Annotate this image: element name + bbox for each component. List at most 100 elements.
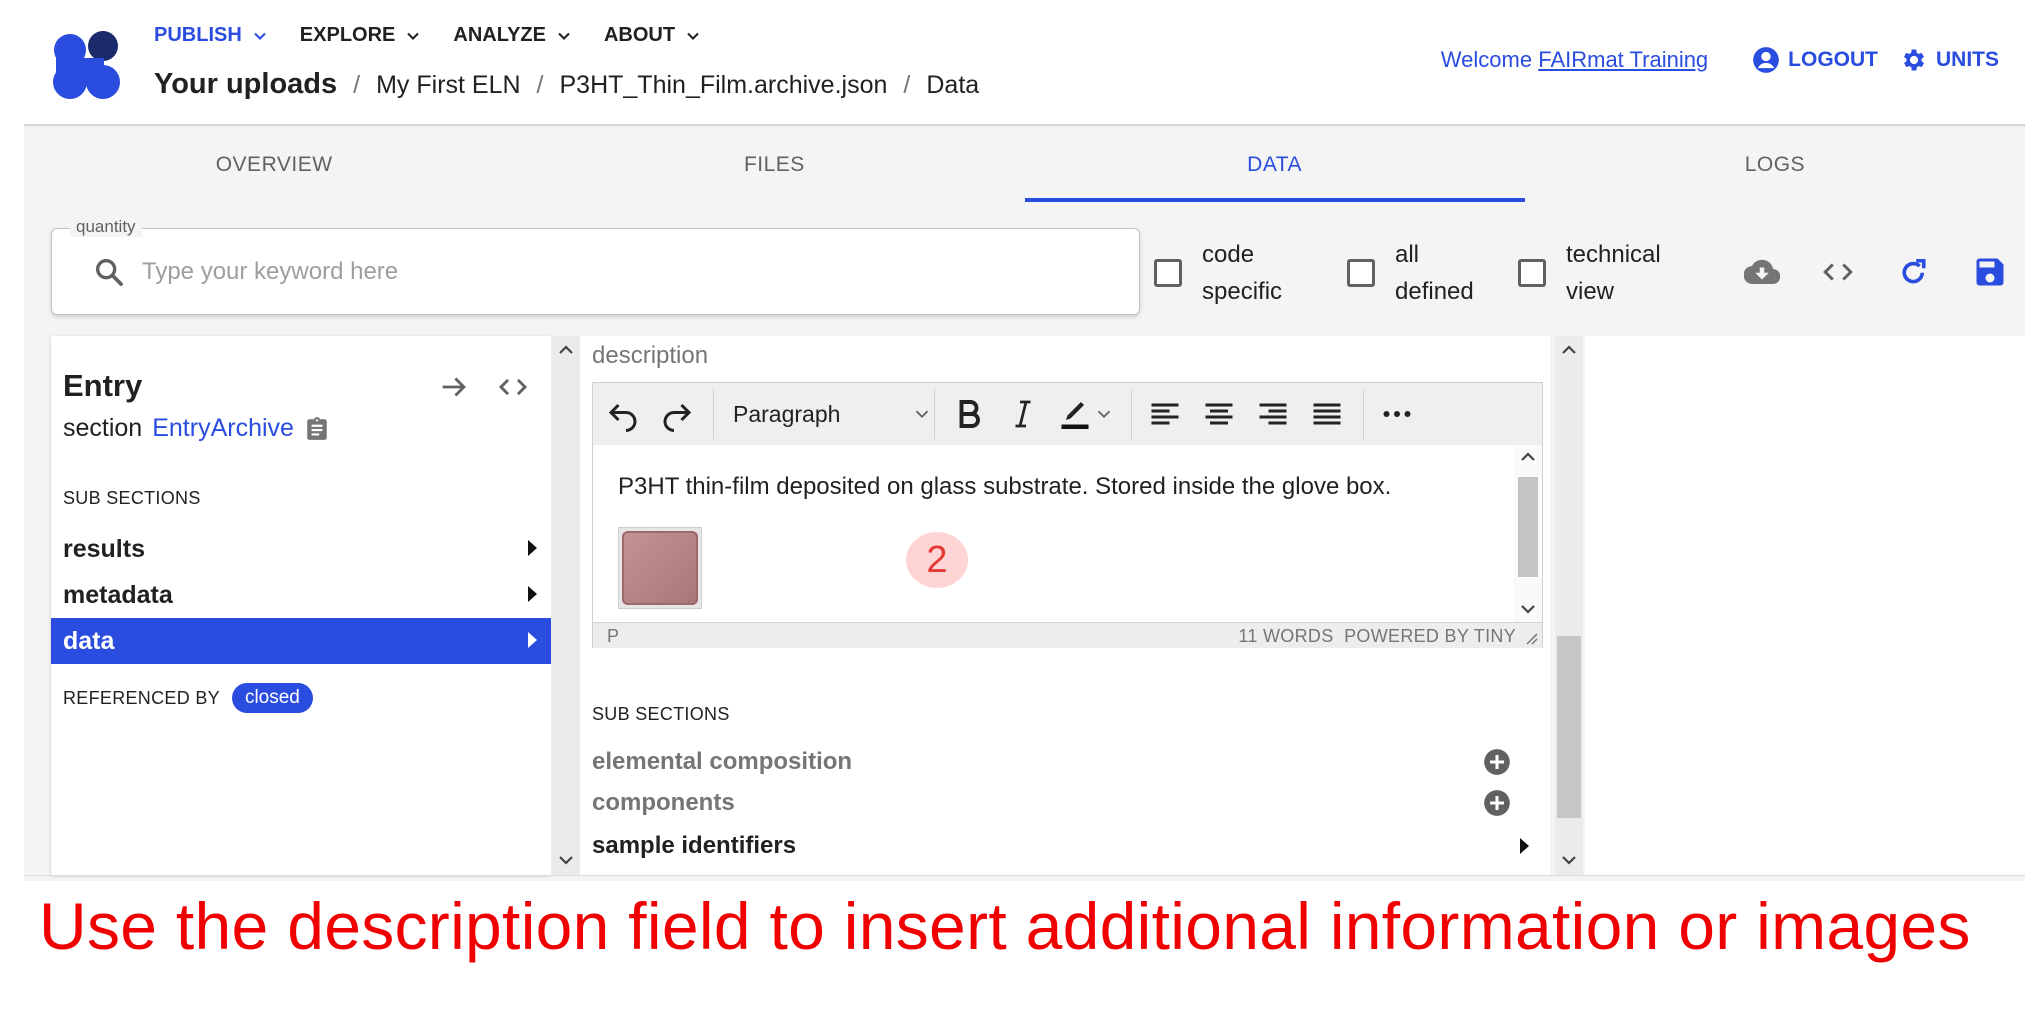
breadcrumb-entry[interactable]: P3HT_Thin_Film.archive.json (560, 71, 888, 100)
toolbar-divider (1131, 389, 1132, 439)
chevron-up-icon[interactable] (554, 338, 578, 362)
editor-scrollbar[interactable] (1514, 445, 1542, 622)
clipboard-icon[interactable] (304, 415, 330, 443)
checkbox-box[interactable] (1154, 259, 1182, 287)
checkbox-box[interactable] (1347, 259, 1375, 287)
all-defined-checkbox[interactable]: all defined (1347, 236, 1474, 310)
chevron-up-icon[interactable] (1516, 445, 1540, 469)
checkbox-label: code specific (1202, 236, 1282, 310)
menu-analyze[interactable]: ANALYZE (453, 24, 574, 47)
app-header: PUBLISH EXPLORE ANALYZE ABOUT Your uploa… (0, 0, 2025, 126)
breadcrumb-separator: / (536, 71, 544, 99)
menu-about[interactable]: ABOUT (604, 24, 703, 47)
undo-icon[interactable] (605, 396, 641, 432)
word-count[interactable]: 11 WORDS (1238, 626, 1333, 646)
tab-overview[interactable]: OVERVIEW (24, 127, 524, 202)
bold-icon[interactable] (951, 396, 987, 432)
section-definition: section EntryArchive (63, 414, 330, 443)
editor-scroll-thumb[interactable] (1518, 477, 1538, 577)
referenced-by: REFERENCED BY closed (63, 683, 313, 713)
tutorial-caption: Use the description field to insert addi… (39, 889, 1971, 963)
element-path[interactable]: P (607, 626, 619, 647)
highlight-icon[interactable] (1057, 396, 1093, 432)
checkbox-label-line2: specific (1202, 278, 1283, 305)
search-input[interactable] (142, 251, 1102, 293)
subsection-label: elemental composition (592, 748, 853, 775)
entry-lane-scrollbar[interactable] (551, 336, 580, 875)
chevron-down-icon[interactable] (1516, 597, 1540, 621)
rich-text-editor: Paragraph P3HT thin-film deposited on gl… (592, 382, 1543, 648)
subsection-sample-identifiers[interactable]: sample identifiers (592, 826, 1543, 866)
sub-sections-heading: SUB SECTIONS (592, 704, 730, 724)
chevron-down-icon[interactable] (1557, 848, 1581, 872)
technical-view-checkbox[interactable]: technical view (1518, 236, 1661, 310)
code-icon[interactable] (495, 370, 531, 404)
reload-icon[interactable] (1896, 254, 1932, 290)
checkbox-label-line1: all (1395, 241, 1420, 268)
add-circle-icon[interactable] (1483, 789, 1511, 817)
checkbox-box[interactable] (1518, 259, 1546, 287)
description-text[interactable]: P3HT thin-film deposited on glass substr… (618, 473, 1391, 501)
checkbox-label-line2: defined (1395, 278, 1474, 305)
more-horizontal-icon[interactable] (1379, 396, 1415, 432)
italic-icon[interactable] (1005, 396, 1041, 432)
tab-logs[interactable]: LOGS (1525, 127, 2025, 202)
subsection-label: components (592, 789, 735, 816)
toolbar-divider (934, 389, 935, 439)
chevron-up-icon[interactable] (1557, 338, 1581, 362)
arrow-right-icon[interactable] (437, 370, 471, 404)
tab-data[interactable]: DATA (1024, 127, 1526, 202)
data-lane-scroll-thumb[interactable] (1557, 636, 1581, 818)
checkbox-label: all defined (1395, 236, 1474, 310)
section-link[interactable]: EntryArchive (152, 414, 294, 443)
nomad-logo[interactable] (50, 30, 122, 102)
caret-right-icon (528, 586, 537, 602)
subsection-elemental-composition[interactable]: elemental composition (592, 742, 1543, 782)
referenced-by-chip[interactable]: closed (231, 683, 313, 713)
subsection-results[interactable]: results (51, 526, 551, 572)
breadcrumb-upload[interactable]: My First ELN (376, 71, 520, 100)
data-lane: description Paragraph P3HT thin-film dep… (580, 336, 1550, 875)
logout-button[interactable]: LOGOUT (1752, 46, 1878, 74)
add-circle-icon[interactable] (1483, 748, 1511, 776)
chevron-down-icon[interactable] (554, 848, 578, 872)
lanes-bottom-divider (24, 875, 2025, 876)
chevron-down-icon (407, 32, 420, 40)
block-format-select[interactable]: Paragraph (733, 396, 933, 432)
code-specific-checkbox[interactable]: code specific (1154, 236, 1282, 310)
logout-label: LOGOUT (1788, 48, 1878, 71)
code-icon[interactable] (1820, 254, 1856, 290)
align-left-icon[interactable] (1147, 396, 1183, 432)
redo-icon[interactable] (659, 396, 695, 432)
user-name-link[interactable]: FAIRmat Training (1538, 47, 1708, 72)
chevron-down-icon[interactable] (1093, 396, 1115, 432)
align-justify-icon[interactable] (1309, 396, 1345, 432)
gear-icon (1903, 49, 1925, 71)
units-button[interactable]: UNITS (1900, 46, 1999, 74)
breadcrumb-root[interactable]: Your uploads (154, 68, 337, 101)
search-icon (95, 258, 123, 286)
menu-analyze-label: ANALYZE (453, 24, 546, 46)
checkbox-label-line1: code (1202, 241, 1255, 268)
align-center-icon[interactable] (1201, 396, 1237, 432)
subsection-data[interactable]: data (51, 618, 551, 664)
save-icon[interactable] (1972, 254, 2008, 290)
menu-publish[interactable]: PUBLISH (154, 24, 270, 47)
chevron-down-icon (687, 32, 699, 40)
editor-statusbar: P 11 WORDS POWERED BY TINY (593, 622, 1542, 648)
checkbox-label: technical view (1566, 236, 1661, 310)
powered-by-link[interactable]: POWERED BY TINY (1344, 626, 1516, 646)
tab-files[interactable]: FILES (524, 127, 1024, 202)
menu-explore[interactable]: EXPLORE (300, 24, 424, 47)
cloud-download-icon[interactable] (1744, 254, 1780, 290)
data-lane-scrollbar[interactable] (1555, 336, 1583, 875)
subsection-metadata[interactable]: metadata (51, 572, 551, 618)
menu-explore-label: EXPLORE (299, 24, 396, 46)
subsection-components[interactable]: components (592, 783, 1543, 823)
align-right-icon[interactable] (1255, 396, 1291, 432)
chevron-down-icon (254, 32, 266, 40)
checkbox-label-line1: technical (1566, 241, 1661, 268)
resize-grip-icon[interactable] (1522, 629, 1538, 645)
sample-image[interactable] (618, 527, 702, 609)
editor-content[interactable]: P3HT thin-film deposited on glass substr… (593, 445, 1514, 622)
